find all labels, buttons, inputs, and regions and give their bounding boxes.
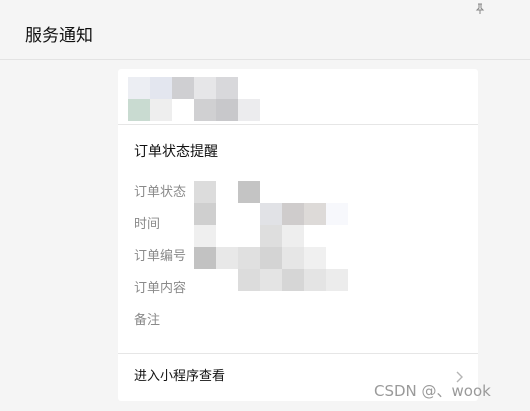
watermark: CSDN @、wook [374,382,491,400]
title-bar: 服务通知 [0,0,530,60]
pin-icon[interactable] [474,3,486,15]
open-mini-program-label: 进入小程序查看 [134,369,226,384]
field-label-order-content: 订单内容 [134,281,187,296]
field-label-time: 时间 [134,217,161,232]
pixelated-app-info [128,77,282,121]
pixelated-field-values [194,181,348,291]
page-title: 服务通知 [25,26,93,46]
notification-card: 订单状态提醒 订单状态 时间 订单编号 订单内容 备注 进入小程序查看 [118,69,478,401]
field-label-order-number: 订单编号 [134,249,187,264]
field-label-order-status: 订单状态 [134,185,187,200]
field-label-remark: 备注 [134,313,161,328]
card-header [118,69,478,125]
notice-title: 订单状态提醒 [134,144,218,160]
